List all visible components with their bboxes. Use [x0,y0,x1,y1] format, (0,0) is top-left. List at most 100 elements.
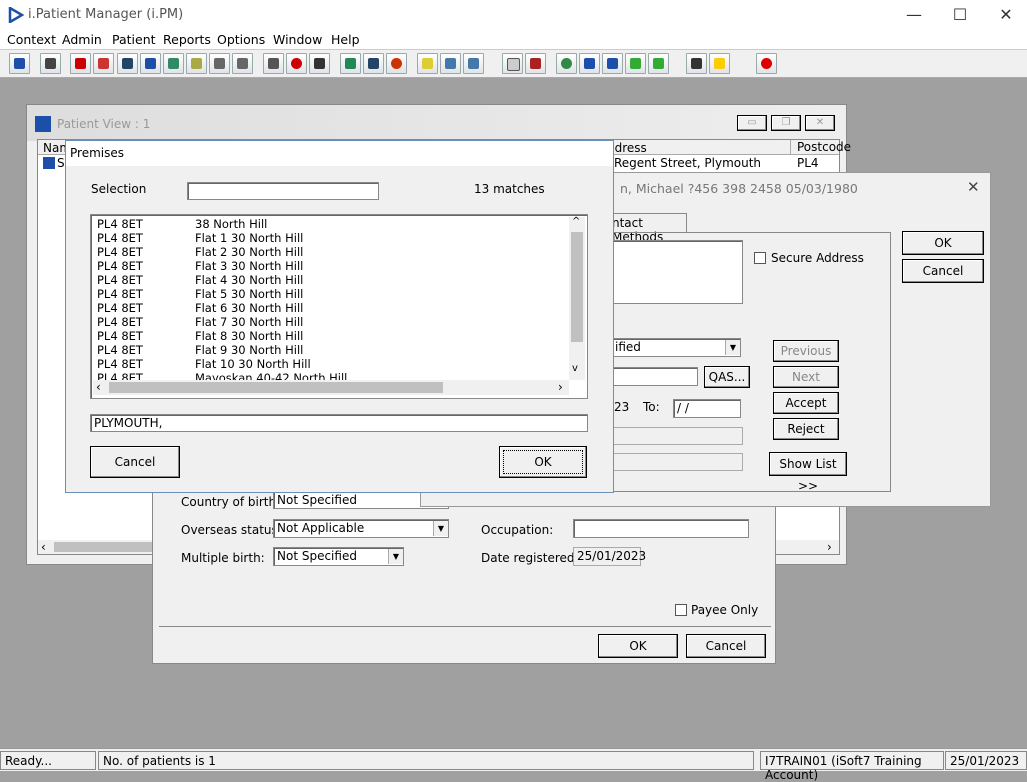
gauge-icon[interactable] [386,53,407,74]
list-item[interactable]: PL4 8ET Flat 4 30 North Hill [97,273,567,287]
list-item[interactable]: PL4 8ET Flat 10 30 North Hill [97,357,567,371]
transport-icon[interactable] [232,53,253,74]
pv-minimize-icon[interactable]: ▭ [737,115,767,131]
previous-button[interactable]: Previous [773,340,839,362]
menu-reports[interactable]: Reports [163,32,211,47]
details-ok-button[interactable]: OK [902,231,984,255]
secure-address-checkbox[interactable] [754,252,766,264]
multiple-birth-label: Multiple birth: [181,551,265,565]
doctor-icon[interactable] [163,53,184,74]
hscroll-thumb[interactable] [109,382,443,393]
list-item[interactable]: PL4 8ET Flat 1 30 North Hill [97,231,567,245]
next-button[interactable]: Next [773,366,839,388]
checklist-2-icon[interactable] [602,53,623,74]
tab-contact-methods[interactable]: ntact Methods [611,213,687,244]
transfer-icon[interactable] [686,53,707,74]
list-item[interactable]: PL4 8ET 38 North Hill [97,217,567,231]
list-item[interactable]: PL4 8ET Flat 2 30 North Hill [97,245,567,259]
chevron-down-icon[interactable]: ▼ [433,521,448,536]
scroll-right-icon[interactable]: › [558,380,563,394]
close-icon[interactable]: ✕ [994,4,1018,26]
occupation-input[interactable] [573,519,749,538]
scroll-right-icon[interactable]: › [827,540,832,554]
list-item[interactable]: PL4 8ET Flat 3 30 North Hill [97,259,567,273]
list-icon[interactable] [117,53,138,74]
premises-hscrollbar[interactable]: ‹ › [93,380,569,395]
form-ok-button[interactable]: OK [598,634,678,658]
ambulance-icon[interactable] [209,53,230,74]
bed-icon[interactable] [440,53,461,74]
checklist-4-icon[interactable] [648,53,669,74]
selection-input[interactable] [187,182,379,200]
qas-button[interactable]: QAS... [704,366,750,388]
scroll-left-icon[interactable]: ‹ [96,380,101,394]
book-icon[interactable] [70,53,91,74]
details-close-icon[interactable]: ✕ [967,178,980,196]
minimize-icon[interactable]: — [902,4,926,26]
list-item[interactable]: PL4 8ET Flat 7 30 North Hill [97,315,567,329]
maximize-icon[interactable]: ☐ [948,4,972,26]
bar-chart-icon[interactable] [525,53,546,74]
form-cancel-button[interactable]: Cancel [686,634,766,658]
reject-button[interactable]: Reject [773,418,839,440]
address-type-combo[interactable]: ified ▼ [611,338,741,357]
records-icon[interactable] [363,53,384,74]
checklist-3-icon[interactable] [625,53,646,74]
pv-close-icon[interactable]: ✕ [805,115,835,131]
warning-icon[interactable] [709,53,730,74]
vscroll-thumb[interactable] [571,232,583,342]
postcode-input[interactable] [611,367,698,386]
chevron-down-icon[interactable]: ▼ [725,340,740,355]
payee-only-checkbox[interactable] [675,604,687,616]
ward-icon[interactable] [463,53,484,74]
notes-icon[interactable] [417,53,438,74]
m-icon[interactable] [140,53,161,74]
list-item[interactable]: PL4 8ET Flat 9 30 North Hill [97,343,567,357]
document-icon[interactable] [502,53,523,74]
premises-cancel-button[interactable]: Cancel [90,446,180,478]
menu-context[interactable]: Context [7,32,56,47]
multiple-birth-combo[interactable]: Not Specified ▼ [273,547,404,566]
screen-icon[interactable] [309,53,330,74]
checklist-icon[interactable] [579,53,600,74]
scroll-thumb[interactable] [54,542,154,552]
globe-icon[interactable] [556,53,577,74]
print-icon[interactable] [40,53,61,74]
exit-icon[interactable] [756,53,777,74]
menu-patient[interactable]: Patient [112,32,156,47]
from-date-input[interactable]: 23 [611,399,633,418]
menu-options[interactable]: Options [217,32,265,47]
accept-button[interactable]: Accept [773,392,839,414]
menu-window[interactable]: Window [273,32,322,47]
col-postcode[interactable]: Postcode [790,140,851,155]
overseas-combo[interactable]: Not Applicable ▼ [273,519,449,538]
to-date-input[interactable]: / / [673,399,741,418]
menu-admin[interactable]: Admin [62,32,102,47]
premises-vscrollbar[interactable]: ^ v [569,216,585,380]
premises-ok-button[interactable]: OK [499,446,587,478]
pv-restore-icon[interactable]: ❐ [771,115,801,131]
scroll-left-icon[interactable]: ‹ [41,540,46,554]
show-list-button[interactable]: Show List >> [769,452,847,493]
patient-search-icon[interactable] [9,53,30,74]
details-cancel-button[interactable]: Cancel [902,259,984,283]
scroll-up-icon[interactable]: ^ [572,216,580,227]
scroll-down-icon[interactable]: v [572,363,578,374]
premises-list[interactable]: PL4 8ET 38 North Hill PL4 8ET Flat 1 30 Nor… [90,214,588,399]
clock-icon[interactable] [286,53,307,74]
menu-help[interactable]: Help [331,32,360,47]
premises-postcode: PL4 8ET [97,371,143,380]
list-item[interactable]: PL4 8ET Mayoskan 40-42 North Hill [97,371,567,380]
list-item[interactable]: PL4 8ET Flat 6 30 North Hill [97,301,567,315]
form-icon[interactable] [186,53,207,74]
search-doc-icon[interactable] [263,53,284,74]
list-item[interactable]: PL4 8ET Flat 8 30 North Hill [97,329,567,343]
readonly-field-1 [611,427,743,445]
list-item[interactable]: PL4 8ET Flat 5 30 North Hill [97,287,567,301]
note-icon[interactable] [93,53,114,74]
town-input[interactable]: PLYMOUTH, [90,414,588,432]
premises-address: Flat 5 30 North Hill [195,287,304,301]
chart-icon[interactable] [340,53,361,74]
chevron-down-icon[interactable]: ▼ [388,549,403,564]
address-textarea[interactable] [611,240,743,304]
